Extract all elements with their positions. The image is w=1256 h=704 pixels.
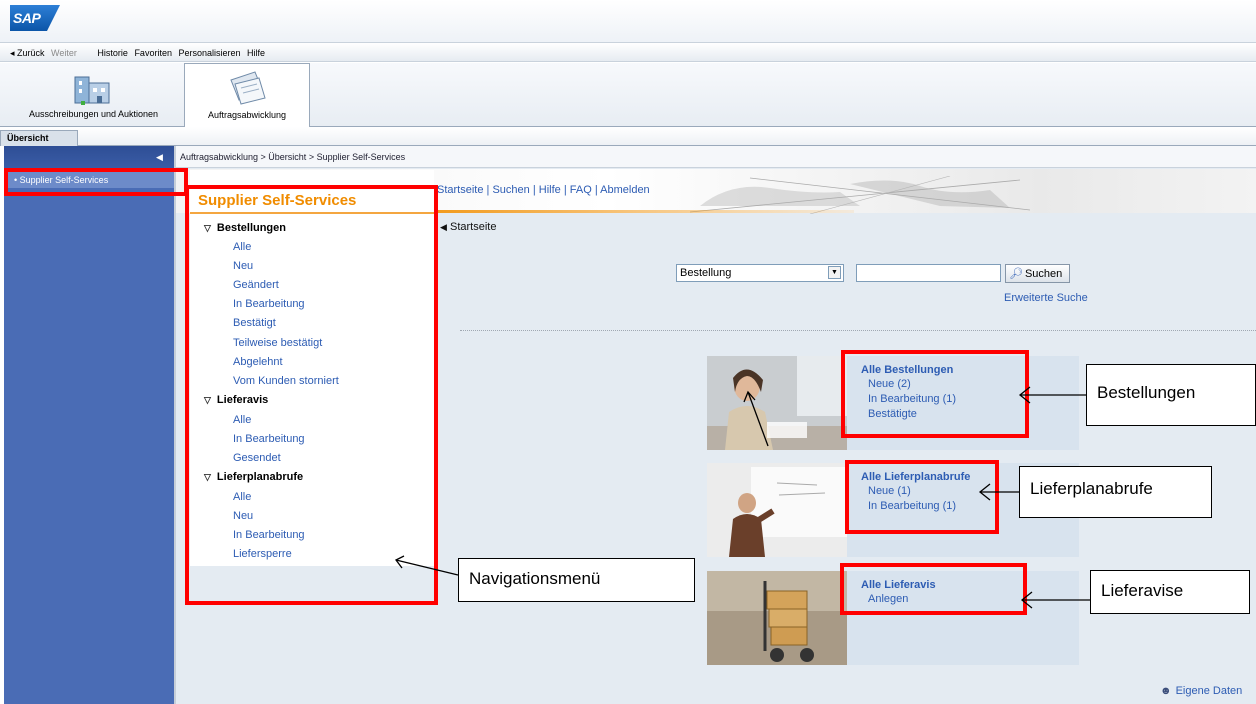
second-level-tabs [0,127,1256,146]
link-hilfe[interactable]: Hilfe [539,184,561,196]
portal-top-navigation: Startseite | Suchen | Hilfe | FAQ | Abme… [437,184,650,196]
world-map-graphic [690,176,1030,214]
nav-personalize[interactable]: Personalisieren [178,48,240,58]
annotation-box-navigation-menu [185,185,438,605]
link-startseite[interactable]: Startseite [437,184,483,196]
own-data-label: Eigene Daten [1175,685,1243,697]
documents-icon [230,71,266,105]
tab-label: Ausschreibungen und Auktionen [28,109,159,119]
annotation-box-sidebar-item [4,168,188,196]
annotation-box-lieferplanabrufe [845,460,999,534]
search-input[interactable] [856,264,1001,282]
man-whiteboard-photo [707,463,847,557]
woman-office-photo [707,356,847,450]
search-icon: 🔎︎ [1009,268,1023,280]
search-button-label: Suchen [1024,268,1063,280]
separator: | [532,184,536,196]
breadcrumb: Auftragsabwicklung > Übersicht > Supplie… [176,146,1256,168]
detailed-navigation-header: ◀ [4,146,174,168]
search-object-select[interactable]: Bestellung [676,264,844,282]
collapse-left-icon[interactable]: ◀ [156,152,163,163]
triangle-left-icon: ◀ [440,222,447,232]
callout-navigationsmenue: Navigationsmenü [458,558,695,602]
building-icon [74,76,110,105]
annotation-box-lieferavis [840,563,1027,615]
forward-link[interactable]: Weiter [51,48,77,58]
link-faq[interactable]: FAQ [570,184,592,196]
separator: | [563,184,567,196]
separator: | [594,184,598,196]
separator: | [486,184,490,196]
nav-help[interactable]: Hilfe [247,48,265,58]
chevron-down-icon[interactable]: ▼ [828,266,841,279]
back-link[interactable]: ◂ Zurück [10,48,45,58]
startseite-label: Startseite [449,221,497,233]
link-abmelden[interactable]: Abmelden [600,184,650,196]
startseite-back-link[interactable]: ◀ Startseite [440,221,496,233]
link-suchen[interactable]: Suchen [492,184,529,196]
history-navigation-bar: ◂ Zurück Weiter Historie Favoriten Perso… [0,42,1256,62]
callout-lieferplanabrufe: Lieferplanabrufe [1019,466,1212,518]
content-divider [460,330,1256,331]
hand-truck-boxes-photo [707,571,847,665]
nav-history[interactable]: Historie [97,48,128,58]
own-data-link[interactable]: ☻ Eigene Daten [1160,685,1242,697]
header-accent-line [434,210,854,213]
tab-uebersicht[interactable]: Übersicht [0,130,78,146]
nav-favorites[interactable]: Favoriten [134,48,172,58]
callout-bestellungen: Bestellungen [1086,364,1256,426]
advanced-search-link[interactable]: Erweiterte Suche [1004,292,1088,304]
tab-label: Auftragsabwicklung [207,110,287,120]
user-icon: ☻ [1160,685,1172,697]
tab-ausschreibungen[interactable]: Ausschreibungen und Auktionen [6,63,181,127]
annotation-box-bestellungen [841,350,1029,438]
detailed-navigation [4,146,174,704]
callout-lieferavise: Lieferavise [1090,570,1250,614]
search-button[interactable]: 🔎︎ Suchen [1005,264,1070,283]
tab-auftragsabwicklung[interactable]: Auftragsabwicklung [184,63,310,128]
top-bar [0,0,1256,42]
